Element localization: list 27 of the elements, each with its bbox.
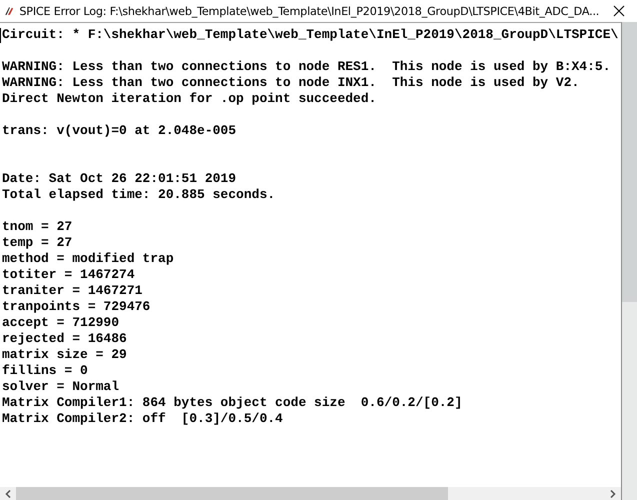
chevron-right-icon	[610, 490, 616, 498]
log-line: Total elapsed time: 20.885 seconds.	[2, 187, 276, 203]
log-line: WARNING: Less than two connections to node RES1. This node is used by B:X4:5.	[2, 59, 610, 75]
log-line: rejected = 16486	[2, 331, 127, 347]
log-line: accept = 712990	[2, 315, 120, 331]
window-title: SPICE Error Log: F:\shekhar\web_Template\web_Template\InEl_P2019\2018_GroupD\LTSPICE\4Bit_ADC_DA...	[19, 4, 600, 18]
chevron-left-icon	[5, 490, 11, 498]
text-cursor	[0, 28, 1, 43]
log-line: Direct Newton iteration for .op point succeeded.	[2, 91, 376, 107]
log-line: tranpoints = 729476	[2, 299, 150, 315]
horizontal-scrollbar[interactable]	[0, 487, 621, 500]
log-line: traniter = 1467271	[2, 283, 142, 299]
log-line: tnom = 27	[2, 219, 72, 235]
scrollbar-thumb[interactable]	[16, 487, 448, 500]
log-line: solver = Normal	[2, 379, 120, 395]
log-line: trans: v(vout)=0 at 2.048e-005	[2, 123, 236, 139]
log-line: Matrix Compiler1: 864 bytes object code size 0.6/0.2/[0.2]	[2, 395, 462, 411]
log-line: WARNING: Less than two connections to node INX1. This node is used by V2.	[2, 75, 580, 91]
log-line: Circuit: * F:\shekhar\web_Template\web_Template\InEl_P2019\2018_GroupD\LTSPICE\	[2, 27, 618, 43]
log-line: totiter = 1467274	[2, 267, 135, 283]
log-line: method = modified trap	[2, 251, 174, 267]
log-line: Matrix Compiler2: off [0.3]/0.5/0.4	[2, 411, 283, 427]
log-line: matrix size = 29	[2, 347, 127, 363]
log-line: temp = 27	[2, 235, 72, 251]
close-icon	[613, 5, 626, 17]
log-line: Date: Sat Oct 26 22:01:51 2019	[2, 171, 236, 187]
log-line: fillins = 0	[2, 363, 88, 379]
